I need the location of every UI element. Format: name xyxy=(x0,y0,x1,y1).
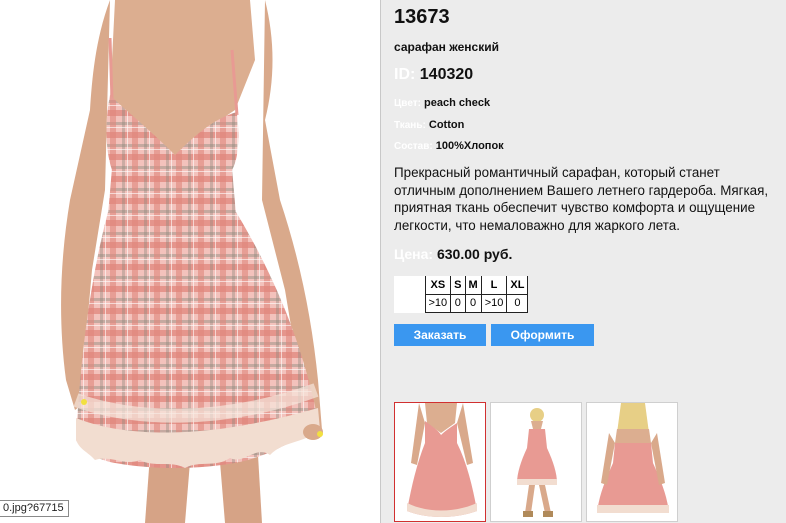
size-header-xs: XS xyxy=(424,276,452,295)
thumbnail-back[interactable] xyxy=(586,402,678,522)
size-header-s: S xyxy=(450,276,466,295)
checkout-button[interactable]: Оформить xyxy=(491,324,594,346)
composition-value: 100%Хлопок xyxy=(435,140,504,152)
fabric-label: Ткань: xyxy=(394,120,426,131)
size-header-xl: XL xyxy=(506,276,529,295)
stock-s: 0 xyxy=(450,293,466,313)
stock-xl: 0 xyxy=(506,293,529,313)
size-stock-row: >10 0 0 >10 0 xyxy=(394,293,529,313)
id-value: 140320 xyxy=(419,66,474,83)
id-label: ID: xyxy=(394,66,416,83)
dress-front-thumbnail-icon xyxy=(395,403,485,521)
size-header-row: XS S M L XL xyxy=(394,276,529,295)
price-value: 630.00 руб. xyxy=(436,246,513,262)
product-info-panel: 13673 сарафан женский ID: 140320 Цвет: p… xyxy=(381,0,786,523)
color-property: Цвет: peach check xyxy=(394,97,490,109)
product-article: 13673 xyxy=(394,6,450,28)
product-id: ID: 140320 xyxy=(394,66,473,84)
dress-back-thumbnail-icon xyxy=(587,403,677,521)
size-corner-cell xyxy=(394,276,426,294)
size-header-l: L xyxy=(480,276,508,295)
product-name: сарафан женский xyxy=(394,40,499,54)
composition-label: Состав: xyxy=(394,141,433,152)
stock-xs: >10 xyxy=(424,293,452,313)
size-header-m: M xyxy=(464,276,482,295)
price-label: Цена: xyxy=(394,246,434,262)
color-value: peach check xyxy=(424,97,491,109)
dress-full-thumbnail-icon xyxy=(491,403,581,521)
stock-corner-cell xyxy=(394,294,426,312)
fabric-value: Cotton xyxy=(428,119,465,131)
color-label: Цвет: xyxy=(394,98,421,109)
thumbnail-full[interactable] xyxy=(490,402,582,522)
product-description: Прекрасный романтичный сарафан, который … xyxy=(394,165,769,233)
size-stock-table: XS S M L XL >10 0 0 >10 0 xyxy=(394,276,529,313)
stock-m: 0 xyxy=(464,293,482,313)
composition-property: Состав: 100%Хлопок xyxy=(394,140,504,152)
image-url-tooltip: 0.jpg?67715 xyxy=(0,500,69,517)
stock-l: >10 xyxy=(480,293,508,313)
dress-photo-illustration xyxy=(61,0,323,523)
product-photo: 0.jpg?67715 xyxy=(0,0,380,523)
thumbnail-front[interactable] xyxy=(394,402,486,522)
product-price: Цена: 630.00 руб. xyxy=(394,246,512,262)
fabric-property: Ткань: Cotton xyxy=(394,119,464,131)
order-button[interactable]: Заказать xyxy=(394,324,486,346)
